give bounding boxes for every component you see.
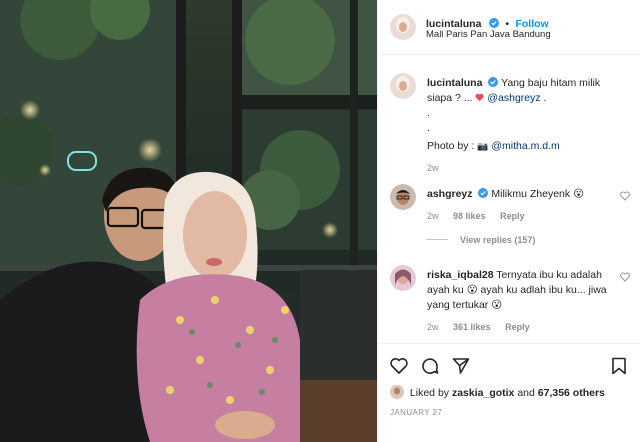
- comment-icon[interactable]: [420, 356, 440, 376]
- comment-age[interactable]: 2w: [427, 322, 439, 332]
- verified-badge-icon: [478, 188, 489, 198]
- comment-reply-button[interactable]: Reply: [500, 211, 525, 221]
- instagram-post-window: lucintaluna • Follow Mall Paris Pan Java…: [0, 0, 640, 442]
- caption-avatar[interactable]: [390, 73, 416, 99]
- caption-dot-line: .: [427, 122, 430, 134]
- liker-avatar[interactable]: [390, 385, 404, 399]
- share-icon[interactable]: [451, 356, 471, 376]
- post-location[interactable]: Mall Paris Pan Java Bandung: [426, 29, 551, 40]
- post-photo[interactable]: [0, 0, 377, 442]
- view-replies-dash: [426, 239, 448, 240]
- post-header: lucintaluna • Follow Mall Paris Pan Java…: [378, 0, 640, 55]
- photo-by-mention[interactable]: @mitha.m.d.m: [491, 140, 559, 152]
- liked-by-summary: Liked by zaskia_gotix and 67,356 others: [390, 385, 605, 399]
- verified-badge-icon: [488, 18, 499, 28]
- comment-like-heart-icon[interactable]: [620, 272, 630, 282]
- comment-username[interactable]: riska_iqbal28: [427, 269, 494, 281]
- camera-icon: 📷: [477, 141, 489, 151]
- comment-text: Milikmu Zheyenk: [491, 188, 574, 200]
- caption-mention[interactable]: @ashgreyz: [487, 92, 540, 104]
- caption-age[interactable]: 2w: [427, 163, 439, 173]
- photo-by-label: Photo by :: [427, 140, 478, 152]
- liked-by-prefix: Liked by: [409, 387, 452, 399]
- liked-by-user[interactable]: zaskia_gotix: [452, 387, 514, 399]
- comments-section: lucintaluna Yang baju hitam milik siapa …: [378, 56, 640, 343]
- liked-by-count[interactable]: 67,356 others: [538, 387, 605, 399]
- liked-by-middle: and: [514, 387, 538, 399]
- comment-likes[interactable]: 98 likes: [453, 211, 486, 221]
- caption-dot-line: .: [427, 107, 430, 119]
- verified-badge-icon: [488, 77, 499, 87]
- comment-emoji: 😮: [491, 299, 503, 311]
- caption-text-end: .: [540, 92, 547, 104]
- heart-icon[interactable]: [389, 356, 409, 376]
- view-replies-link[interactable]: View replies (157): [426, 235, 535, 245]
- post-date[interactable]: JANUARY 27: [390, 408, 442, 417]
- red-heart-icon: [475, 93, 485, 102]
- comment-likes[interactable]: 361 likes: [453, 322, 491, 332]
- comment-avatar[interactable]: [390, 265, 416, 291]
- bookmark-icon[interactable]: [609, 356, 629, 376]
- author-avatar[interactable]: [390, 14, 416, 40]
- comment-reply-button[interactable]: Reply: [505, 322, 530, 332]
- post-details-panel: lucintaluna • Follow Mall Paris Pan Java…: [377, 0, 640, 442]
- photo-illustration: [0, 0, 377, 442]
- comment-age[interactable]: 2w: [427, 211, 439, 221]
- view-replies-label: View replies (157): [460, 235, 536, 245]
- comment-like-heart-icon[interactable]: [620, 191, 630, 201]
- comment-avatar[interactable]: [390, 184, 416, 210]
- comment-emoji: 😮: [573, 188, 585, 200]
- caption-username[interactable]: lucintaluna: [427, 77, 482, 89]
- comment-username[interactable]: ashgreyz: [427, 188, 473, 200]
- post-actions: Liked by zaskia_gotix and 67,356 others …: [378, 343, 640, 442]
